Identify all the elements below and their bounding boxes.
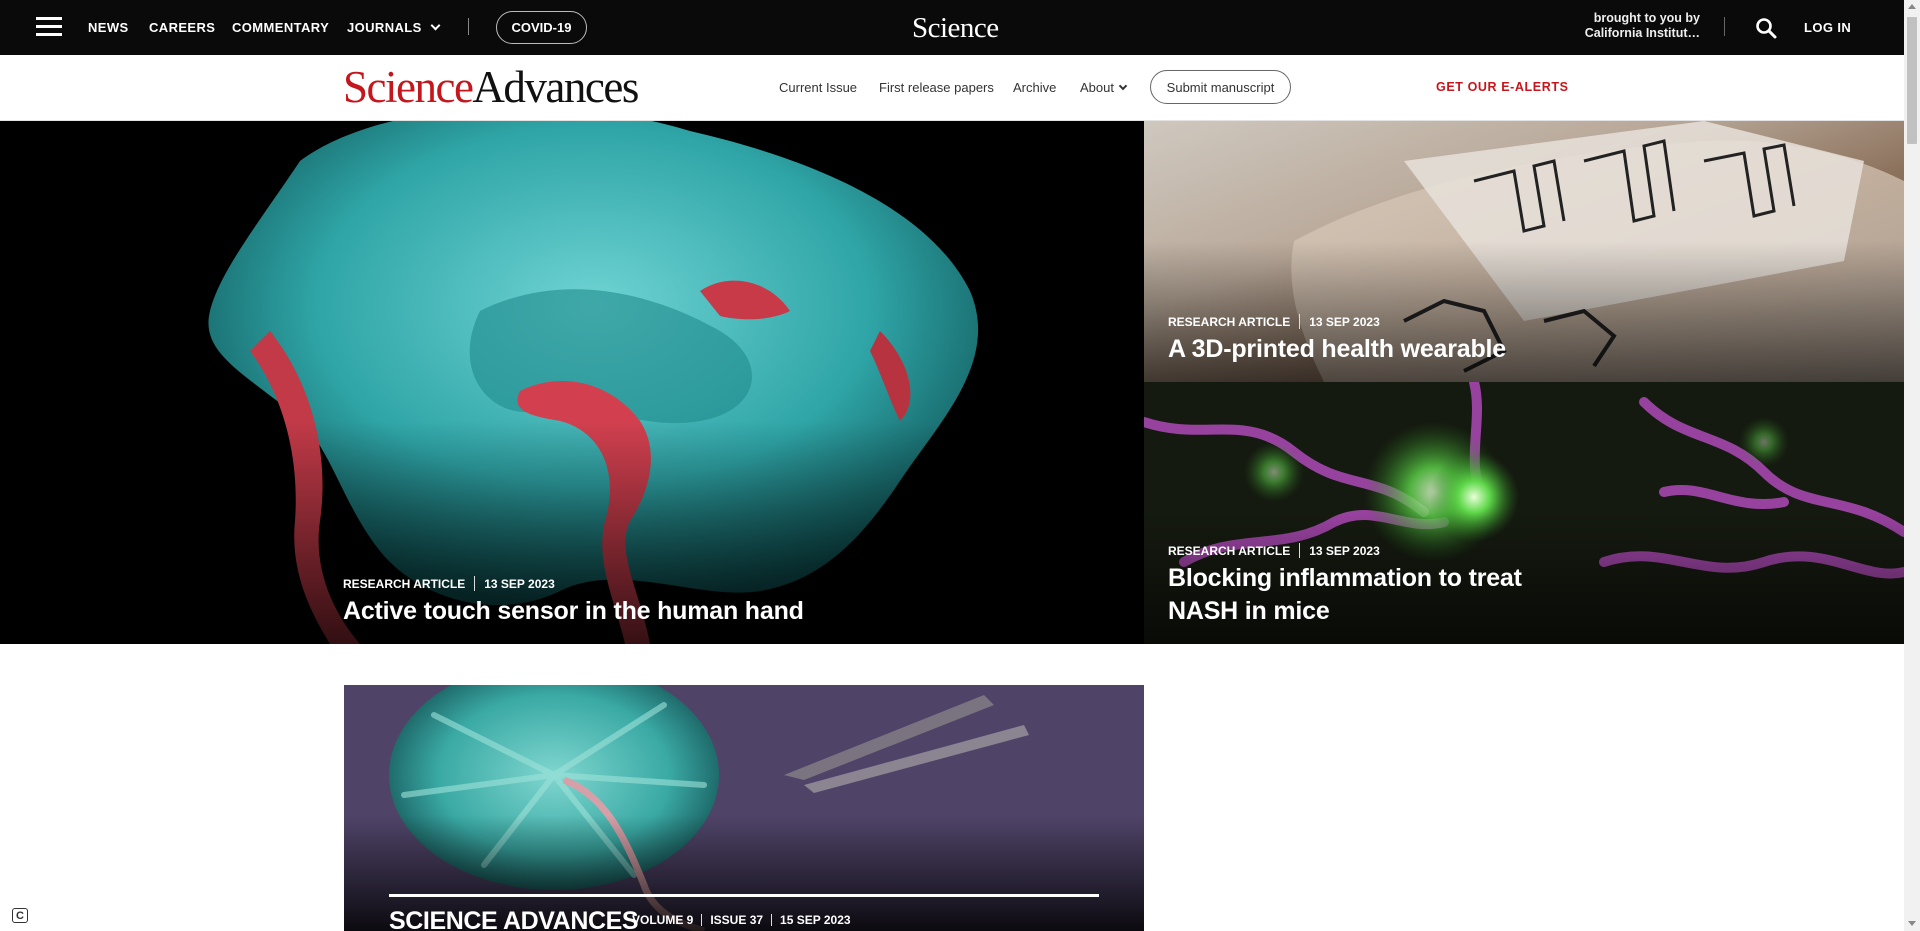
article-meta: RESEARCH ARTICLE 13 SEP 2023	[1168, 543, 1380, 558]
article-date: 13 SEP 2023	[484, 577, 555, 591]
scroll-down-arrow-icon[interactable]	[1908, 921, 1916, 926]
logo-science-text: Science	[343, 62, 474, 112]
article-title[interactable]: Active touch sensor in the human hand	[343, 595, 804, 628]
chevron-down-icon	[1118, 81, 1128, 91]
featured-article-wearable[interactable]: RESEARCH ARTICLE 13 SEP 2023 A 3D-printed…	[1144, 121, 1904, 382]
article-date: 13 SEP 2023	[1309, 544, 1380, 558]
page-scrollbar[interactable]	[1904, 0, 1920, 931]
submit-manuscript-button[interactable]: Submit manuscript	[1150, 70, 1291, 104]
issue-date: 15 SEP 2023	[780, 913, 851, 927]
institution-name: California Institut…	[1584, 26, 1700, 40]
current-issue-cover[interactable]: SCIENCE ADVANCES VOLUME 9 ISSUE 37 15 SEP …	[344, 685, 1144, 931]
covid-19-button[interactable]: COVID-19	[496, 11, 587, 44]
divider	[389, 894, 1099, 897]
nav-about-label: About	[1080, 80, 1114, 95]
issue-journal-name: SCIENCE ADVANCES	[389, 907, 639, 931]
logo-advances-text: Advances	[472, 62, 639, 112]
divider	[1724, 17, 1725, 36]
scroll-up-arrow-icon[interactable]	[1908, 4, 1916, 9]
login-link[interactable]: LOG IN	[1804, 20, 1851, 35]
article-title[interactable]: Blocking inflammation to treat NASH in m…	[1168, 562, 1522, 628]
issue-volume: VOLUME 9	[632, 913, 694, 927]
issue-meta: VOLUME 9 ISSUE 37 15 SEP 2023	[632, 913, 851, 927]
hamburger-menu-icon[interactable]	[36, 17, 62, 37]
article-title-line: Blocking inflammation to treat	[1168, 564, 1522, 592]
article-meta: RESEARCH ARTICLE 13 SEP 2023	[343, 576, 555, 591]
featured-article-nash[interactable]: RESEARCH ARTICLE 13 SEP 2023 Blocking inf…	[1144, 382, 1904, 644]
scroll-thumb[interactable]	[1907, 17, 1917, 144]
nav-current-issue[interactable]: Current Issue	[779, 80, 857, 95]
brought-to-you-label: brought to you by	[1593, 11, 1700, 25]
article-date: 13 SEP 2023	[1309, 315, 1380, 329]
article-type: RESEARCH ARTICLE	[1168, 315, 1291, 329]
search-icon[interactable]	[1755, 17, 1777, 39]
cookie-settings-icon[interactable]: C	[12, 908, 28, 923]
science-advances-logo[interactable]: ScienceAdvances	[343, 62, 639, 112]
hand-sensor-illustration	[0, 121, 1144, 644]
chevron-down-icon	[430, 20, 441, 31]
nav-first-release-papers[interactable]: First release papers	[879, 80, 994, 95]
article-meta: RESEARCH ARTICLE 13 SEP 2023	[1168, 314, 1380, 329]
nav-journals[interactable]: JOURNALS	[347, 20, 441, 35]
nav-careers[interactable]: CAREERS	[149, 20, 215, 35]
nav-archive[interactable]: Archive	[1013, 80, 1056, 95]
science-logo[interactable]: Science	[912, 12, 999, 45]
site-top-bar: NEWS CAREERS COMMENTARY JOURNALS COVID-1…	[0, 0, 1904, 55]
e-alerts-link[interactable]: GET OUR E-ALERTS	[1436, 80, 1569, 94]
article-title-line: NASH in mice	[1168, 597, 1330, 625]
nav-about[interactable]: About	[1080, 80, 1128, 95]
nav-news[interactable]: NEWS	[88, 20, 129, 35]
article-type: RESEARCH ARTICLE	[1168, 544, 1291, 558]
divider	[468, 18, 469, 35]
article-title[interactable]: A 3D-printed health wearable	[1168, 333, 1506, 366]
journal-header: ScienceAdvances Current Issue First rele…	[0, 55, 1904, 121]
institution-access-info[interactable]: brought to you by California Institut…	[1574, 11, 1700, 41]
issue-number: ISSUE 37	[710, 913, 764, 927]
nav-journals-label: JOURNALS	[347, 20, 422, 35]
featured-article-main[interactable]: RESEARCH ARTICLE 13 SEP 2023 Active touch…	[0, 121, 1144, 644]
article-type: RESEARCH ARTICLE	[343, 577, 466, 591]
nav-commentary[interactable]: COMMENTARY	[232, 20, 329, 35]
